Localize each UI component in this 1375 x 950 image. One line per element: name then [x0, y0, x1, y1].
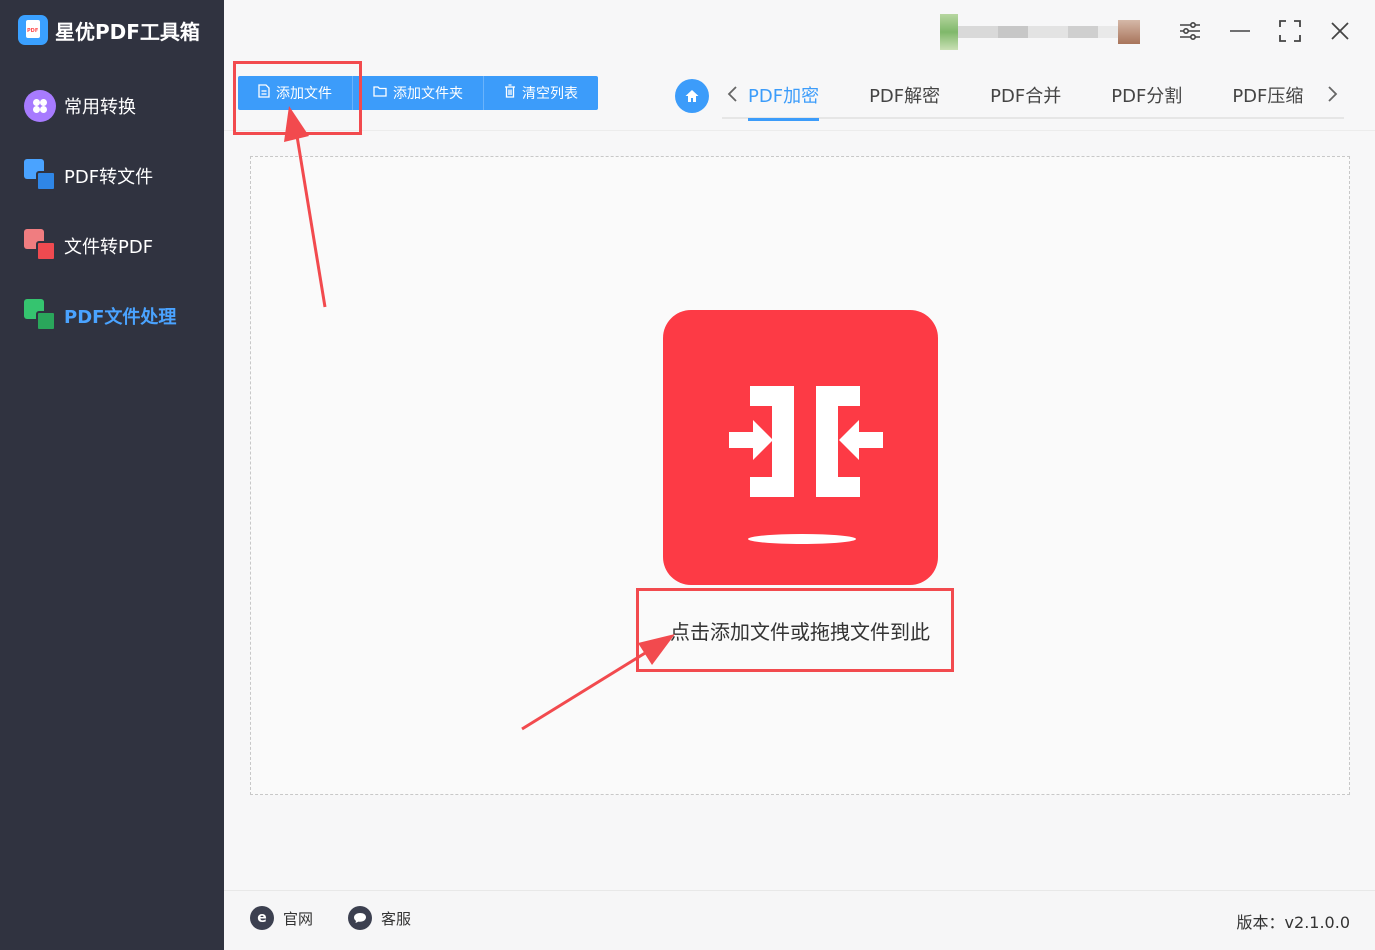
chat-bubble-icon [348, 906, 372, 930]
user-avatar[interactable] [940, 14, 1154, 50]
tabs-next-arrow-icon[interactable] [1323, 84, 1343, 108]
folder-icon [373, 85, 387, 101]
browser-e-icon: e [250, 906, 274, 930]
tab-pdf-merge[interactable]: PDF合并 [990, 78, 1061, 119]
sidebar-item-file-to-pdf[interactable]: 文件转PDF [24, 228, 153, 264]
file-to-pdf-icon [24, 229, 58, 263]
sidebar-item-label: PDF转文件 [64, 167, 154, 188]
sidebar-item-label: PDF文件处理 [64, 307, 177, 328]
compress-arrows-icon[interactable] [663, 310, 938, 585]
pdf-process-icon [24, 299, 58, 333]
header-divider [224, 130, 1375, 131]
pdf-to-file-icon [24, 159, 58, 193]
add-folder-label: 添加文件夹 [393, 86, 463, 102]
drop-hint-text[interactable]: 点击添加文件或拖拽文件到此 [670, 616, 930, 645]
sidebar-item-common-convert[interactable]: 常用转换 [24, 88, 136, 124]
support-label: 客服 [381, 909, 412, 928]
clear-list-label: 清空列表 [522, 86, 578, 102]
add-folder-button[interactable]: 添加文件夹 [353, 76, 484, 110]
website-label: 官网 [283, 909, 314, 928]
maximize-icon[interactable] [1275, 16, 1305, 46]
app-logo-icon [18, 15, 48, 45]
tab-pdf-compress[interactable]: PDF压缩 [1232, 78, 1303, 119]
file-icon [258, 84, 270, 102]
version-text: 版本：v2.1.0.0 [1236, 913, 1350, 932]
sidebar-item-pdf-process[interactable]: PDF文件处理 [24, 298, 176, 334]
sidebar-item-label: 常用转换 [64, 97, 136, 118]
support-link[interactable]: 客服 [348, 906, 411, 930]
tab-pdf-encrypt[interactable]: PDF加密 [748, 78, 820, 121]
tab-bar: PDF加密 PDF解密 PDF合并 PDF分割 PDF压缩 [722, 78, 1344, 121]
add-file-button[interactable]: 添加文件 [238, 76, 353, 110]
add-file-label: 添加文件 [276, 86, 332, 102]
minimize-icon[interactable] [1225, 16, 1255, 46]
trash-icon [504, 84, 516, 102]
website-link[interactable]: e 官网 [250, 906, 313, 930]
tab-pdf-split[interactable]: PDF分割 [1111, 78, 1182, 119]
tab-pdf-decrypt[interactable]: PDF解密 [869, 78, 940, 119]
home-button[interactable] [675, 79, 709, 113]
close-icon[interactable] [1325, 16, 1355, 46]
sidebar-item-pdf-to-file[interactable]: PDF转文件 [24, 158, 153, 194]
app-name: 星优PDF工具箱 [55, 19, 200, 44]
sidebar: 星优PDF工具箱 常用转换 PDF转文件 文件转PDF PDF文件处理 [0, 0, 224, 950]
clear-list-button[interactable]: 清空列表 [484, 76, 598, 110]
settings-sliders-icon[interactable] [1175, 16, 1205, 46]
sidebar-item-label: 文件转PDF [64, 237, 154, 258]
app-title: 星优PDF工具箱 [18, 14, 200, 46]
toolbar: 添加文件 添加文件夹 清空列表 [238, 76, 598, 110]
home-icon [685, 90, 699, 102]
grid-flower-icon [24, 89, 58, 123]
